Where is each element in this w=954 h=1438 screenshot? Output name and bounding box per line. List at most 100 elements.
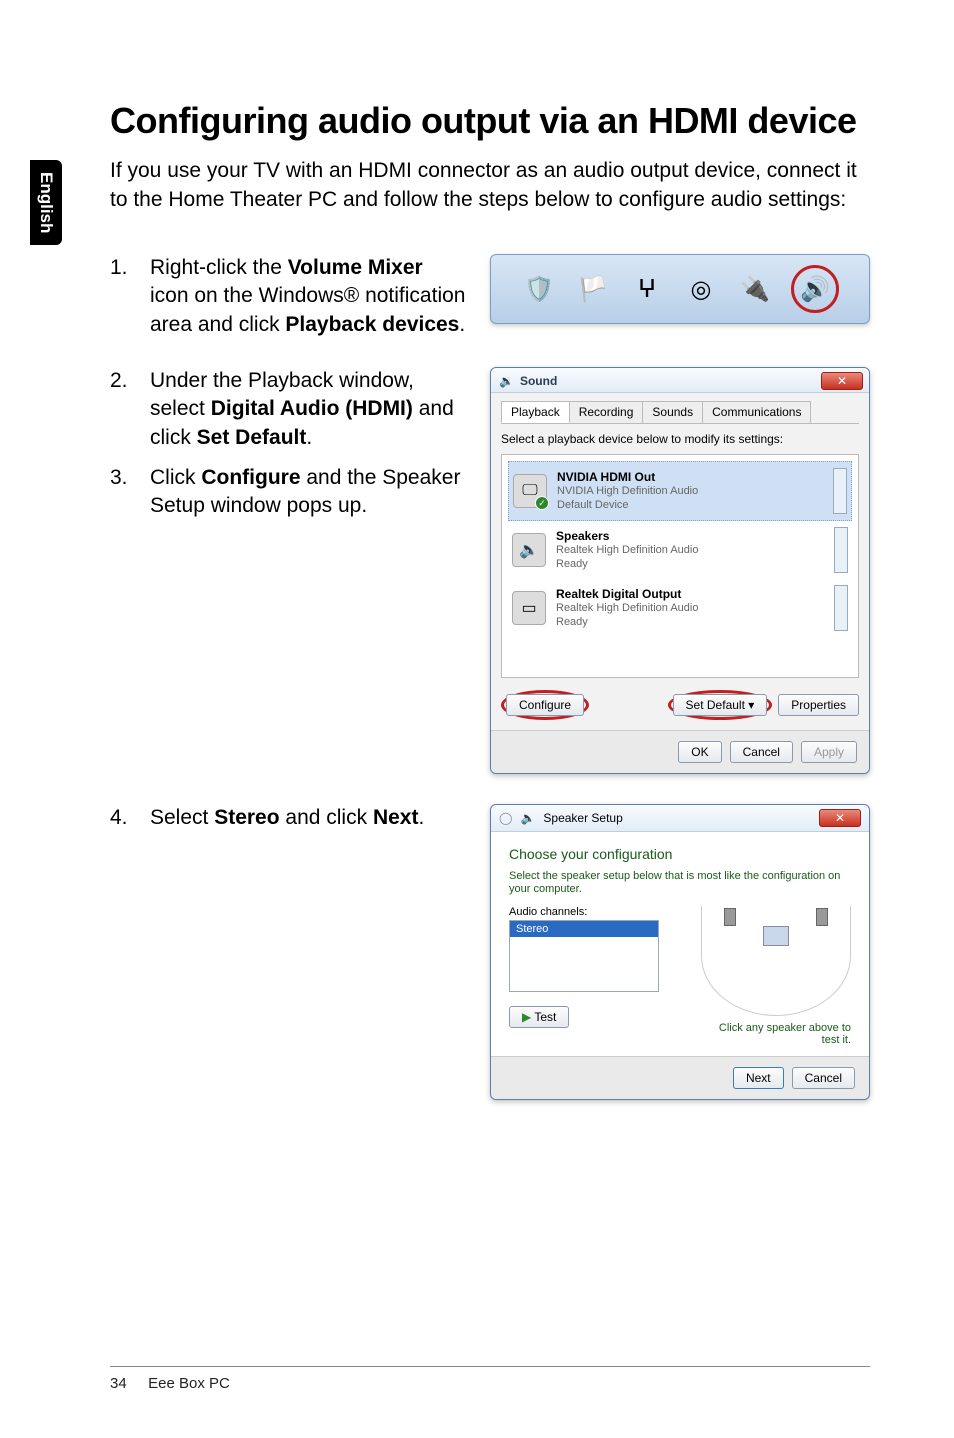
step-4-row: 4. Select Stereo and click Next. ◯ 🔈 Spe… (110, 804, 870, 1100)
product-name: Eee Box PC (148, 1375, 230, 1392)
speaker-device-icon: 🔈 (512, 533, 546, 567)
step-2-3-row: 2. Under the Playback window, select Dig… (110, 367, 870, 774)
speaker-hint: Click any speaker above to test it. (701, 1022, 851, 1046)
device-speakers-name: Speakers (556, 529, 698, 544)
tab-sounds[interactable]: Sounds (642, 401, 703, 423)
set-default-button[interactable]: Set Default ▾ (673, 694, 768, 716)
step-1-bold-2: Playback devices (285, 313, 459, 336)
bluetooth-icon: ⵖ (629, 271, 665, 307)
sound-dialog-image: 🔉 Sound ✕ Playback Recording Sounds Comm… (490, 367, 870, 774)
channels-label: Audio channels: (509, 906, 679, 918)
flag-icon: 🏳️ (575, 271, 611, 307)
step-1-number: 1. (110, 254, 130, 339)
level-meter (834, 527, 848, 573)
page-footer: 34 Eee Box PC (110, 1366, 870, 1392)
configure-highlight: Configure (501, 690, 589, 720)
step-3-bold-1: Configure (201, 466, 300, 489)
step-4-bold-2: Next (373, 806, 419, 829)
device-digital-sub1: Realtek High Definition Audio (556, 602, 698, 616)
speaker-setup-image: ◯ 🔈 Speaker Setup ✕ Choose your configur… (490, 804, 870, 1100)
step-1-post: . (459, 313, 465, 336)
update-icon: 🛡️ (521, 271, 557, 307)
step-1-row: 1. Right-click the Volume Mixer icon on … (110, 254, 870, 339)
intro-paragraph: If you use your TV with an HDMI connecto… (110, 157, 870, 214)
language-tab: English (30, 160, 62, 245)
device-speakers-sub2: Ready (556, 558, 698, 572)
volume-icon[interactable]: 🔊 (797, 271, 833, 307)
step-4-number: 4. (110, 804, 130, 832)
monitor-icon: 🖵✓ (513, 474, 547, 508)
apply-button[interactable]: Apply (801, 741, 857, 763)
system-tray-image: 🛡️ 🏳️ ⵖ ◎ 🔌 🔊 (490, 254, 870, 324)
test-button[interactable]: ▶ Test (509, 1006, 569, 1028)
step-1-text: 1. Right-click the Volume Mixer icon on … (110, 254, 466, 339)
configure-button[interactable]: Configure (506, 694, 584, 716)
step-1-pre: Right-click the (150, 256, 288, 279)
close-button[interactable]: ✕ (819, 809, 861, 827)
step-2-post: . (306, 426, 312, 449)
step-3-number: 3. (110, 464, 130, 521)
back-icon[interactable]: ◯ (499, 811, 512, 825)
sound-instruction: Select a playback device below to modify… (501, 432, 859, 446)
step-4-mid: and click (280, 806, 373, 829)
properties-button[interactable]: Properties (778, 694, 859, 716)
device-hdmi[interactable]: 🖵✓ NVIDIA HDMI Out NVIDIA High Definitio… (508, 461, 852, 521)
device-digital-sub2: Ready (556, 616, 698, 630)
device-hdmi-sub2: Default Device (557, 499, 698, 513)
sound-tabs: Playback Recording Sounds Communications (501, 401, 859, 424)
close-button[interactable]: ✕ (821, 372, 863, 390)
play-icon: ▶ (522, 1010, 531, 1024)
cancel-button[interactable]: Cancel (730, 741, 793, 763)
check-icon: ✓ (535, 496, 549, 510)
step-4-pre: Select (150, 806, 214, 829)
device-speakers-sub1: Realtek High Definition Audio (556, 544, 698, 558)
spinner-icon: ◎ (683, 271, 719, 307)
device-digital-name: Realtek Digital Output (556, 587, 698, 602)
ok-button[interactable]: OK (678, 741, 721, 763)
device-hdmi-sub1: NVIDIA High Definition Audio (557, 485, 698, 499)
tab-communications[interactable]: Communications (702, 401, 811, 423)
step-4-text: 4. Select Stereo and click Next. (110, 804, 466, 832)
step-2-text: 2. Under the Playback window, select Dig… (110, 367, 466, 452)
cancel-button[interactable]: Cancel (792, 1067, 855, 1089)
page-content: Configuring audio output via an HDMI dev… (110, 100, 870, 1128)
volume-icon-highlight: 🔊 (791, 265, 839, 313)
speaker-heading: Choose your configuration (509, 846, 851, 862)
speaker-icon: 🔉 (499, 374, 514, 388)
system-tray: 🛡️ 🏳️ ⵖ ◎ 🔌 🔊 (490, 254, 870, 324)
speaker-sub: Select the speaker setup below that is m… (509, 870, 851, 896)
device-list: 🖵✓ NVIDIA HDMI Out NVIDIA High Definitio… (501, 454, 859, 678)
device-hdmi-name: NVIDIA HDMI Out (557, 470, 698, 485)
set-default-highlight: Set Default ▾ (668, 690, 773, 720)
step-1-bold-1: Volume Mixer (288, 256, 423, 279)
next-button[interactable]: Next (733, 1067, 784, 1089)
tab-playback[interactable]: Playback (501, 401, 570, 423)
chevron-down-icon: ▾ (748, 698, 754, 712)
step-2-number: 2. (110, 367, 130, 452)
digital-out-icon: ▭ (512, 591, 546, 625)
speaker-dialog-titlebar: ◯ 🔈 Speaker Setup ✕ (491, 805, 869, 832)
device-digital[interactable]: ▭ Realtek Digital Output Realtek High De… (508, 579, 852, 637)
device-speakers[interactable]: 🔈 Speakers Realtek High Definition Audio… (508, 521, 852, 579)
step-3-pre: Click (150, 466, 201, 489)
step-2-bold-2: Set Default (197, 426, 307, 449)
page-title: Configuring audio output via an HDMI dev… (110, 100, 870, 141)
speaker-diagram (701, 906, 851, 1016)
channels-list[interactable]: Stereo (509, 920, 659, 992)
listener-icon (763, 926, 789, 946)
level-meter (834, 585, 848, 631)
speaker-dialog-title: Speaker Setup (543, 811, 622, 825)
sound-dialog: 🔉 Sound ✕ Playback Recording Sounds Comm… (490, 367, 870, 774)
page-number: 34 (110, 1375, 144, 1392)
step-4-post: . (418, 806, 424, 829)
level-meter (833, 468, 847, 514)
right-speaker-icon[interactable] (816, 908, 828, 926)
step-4-bold-1: Stereo (214, 806, 279, 829)
left-speaker-icon[interactable] (724, 908, 736, 926)
tab-recording[interactable]: Recording (569, 401, 644, 423)
speaker-setup-dialog: ◯ 🔈 Speaker Setup ✕ Choose your configur… (490, 804, 870, 1100)
sound-dialog-titlebar: 🔉 Sound ✕ (491, 368, 869, 393)
channel-stereo[interactable]: Stereo (510, 921, 658, 937)
step-3-text: 3. Click Configure and the Speaker Setup… (110, 464, 466, 521)
speaker-icon: 🔈 (520, 811, 535, 825)
